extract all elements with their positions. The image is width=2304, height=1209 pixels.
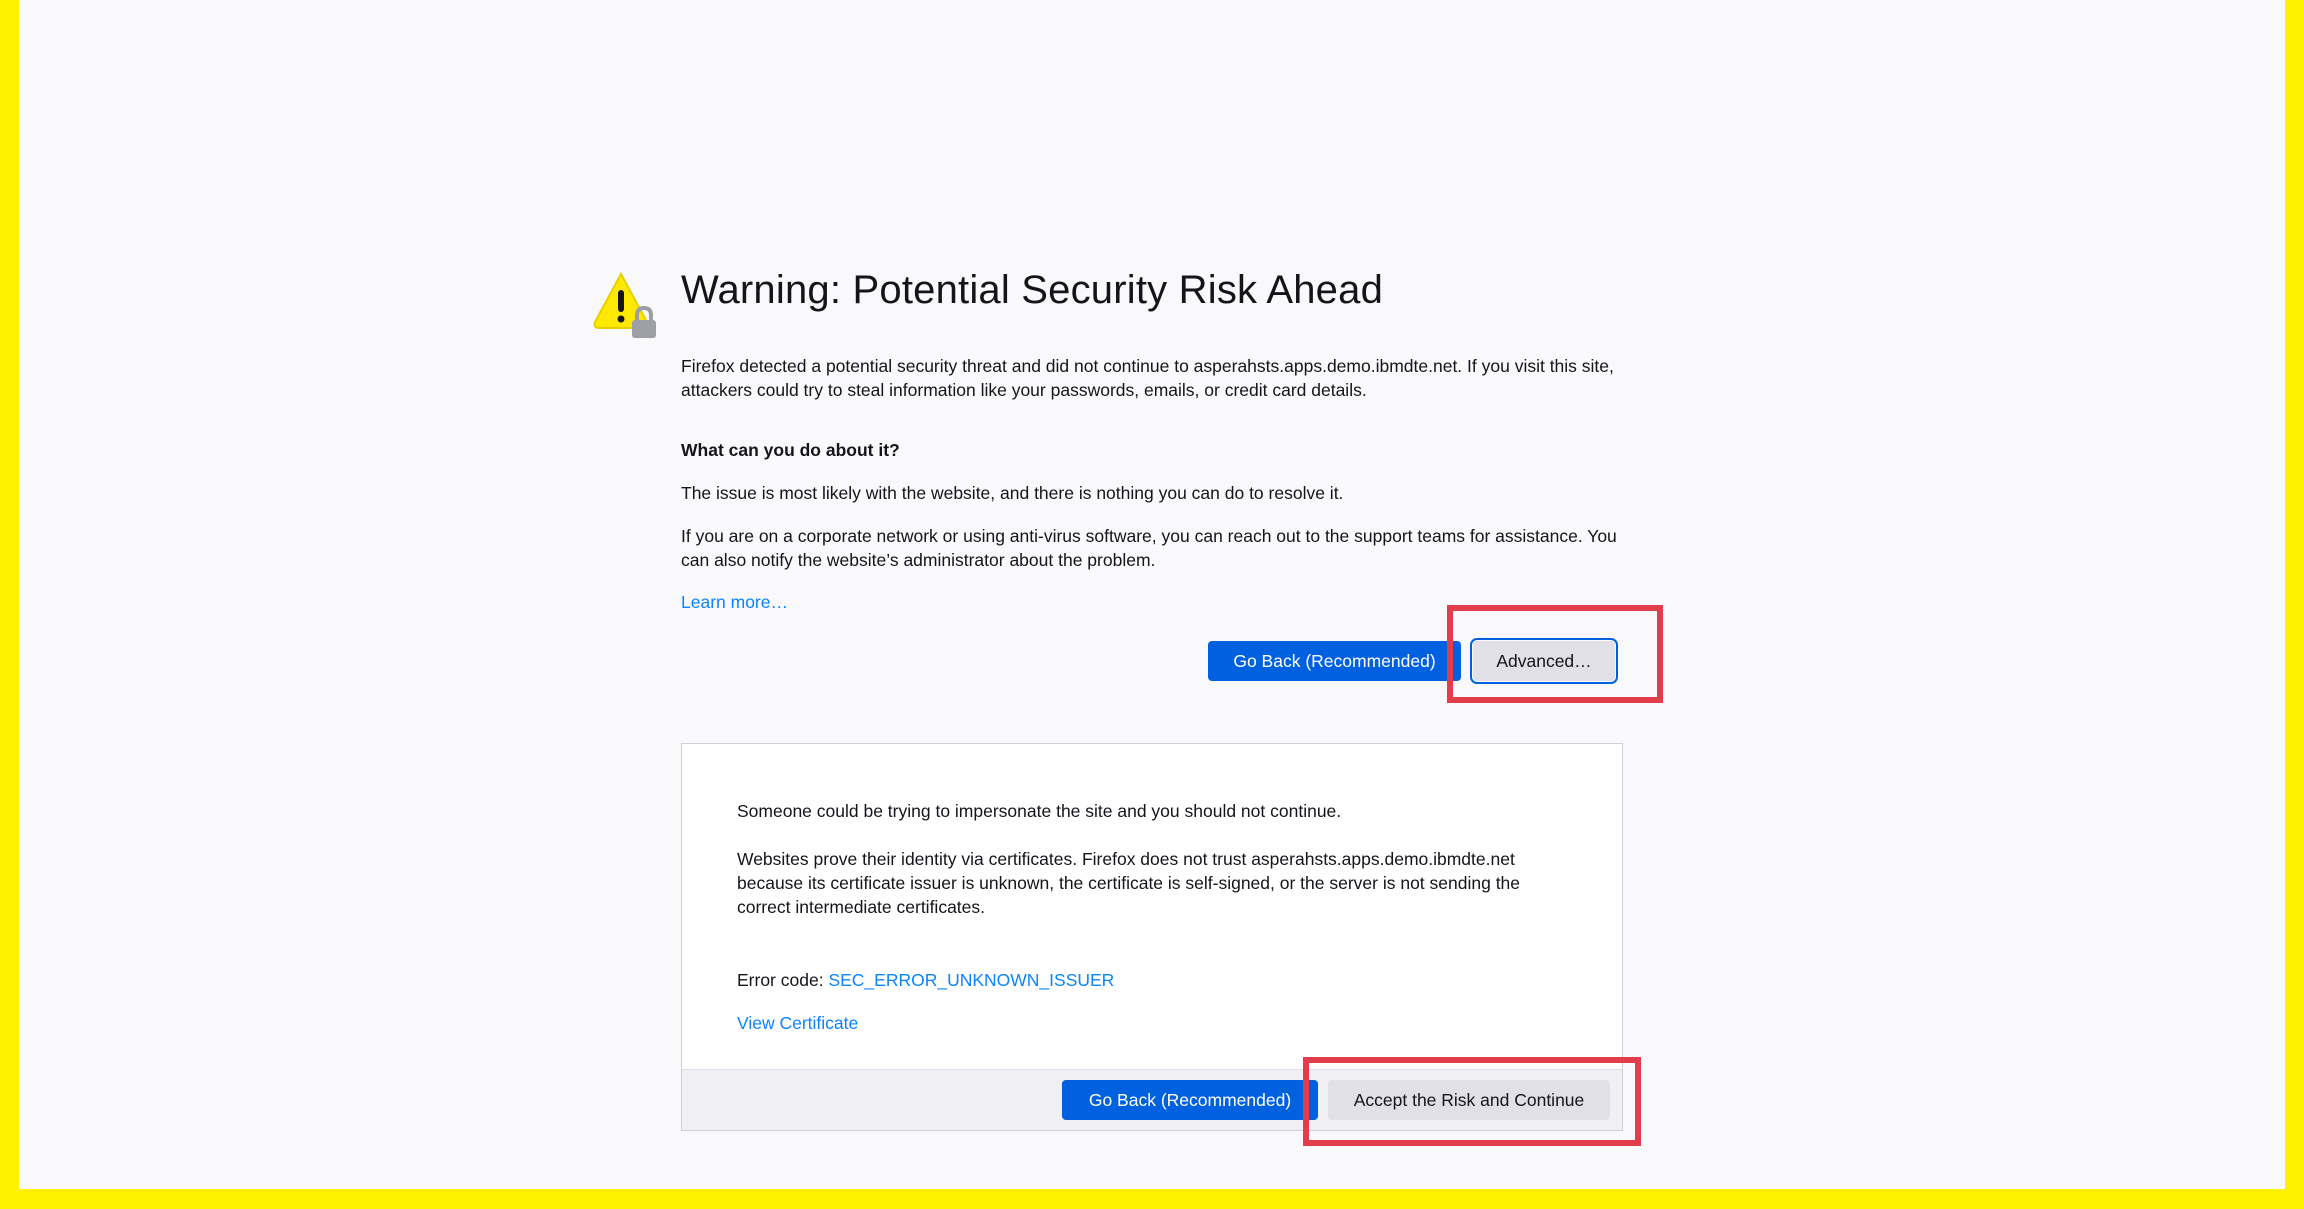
learn-more-link[interactable]: Learn more…	[681, 592, 788, 612]
corporate-text: If you are on a corporate network or usi…	[681, 526, 1617, 570]
issue-text: The issue is most likely with the websit…	[681, 483, 1344, 503]
panel-footer: Go Back (Recommended) Accept the Risk an…	[682, 1069, 1622, 1130]
error-code-link[interactable]: SEC_ERROR_UNKNOWN_ISSUER	[828, 970, 1114, 990]
advanced-panel: Someone could be trying to impersonate t…	[681, 743, 1623, 1131]
panel-go-back-button[interactable]: Go Back (Recommended)	[1062, 1080, 1318, 1120]
section-heading: What can you do about it?	[681, 440, 900, 460]
impersonate-text: Someone could be trying to impersonate t…	[737, 801, 1342, 821]
error-code-line: Error code: SEC_ERROR_UNKNOWN_ISSUER	[737, 968, 1557, 992]
warning-lock-icon	[593, 271, 656, 338]
view-certificate-link[interactable]: View Certificate	[737, 1013, 858, 1033]
go-back-button[interactable]: Go Back (Recommended)	[1208, 641, 1461, 681]
page-title: Warning: Potential Security Risk Ahead	[681, 268, 1384, 312]
advanced-button[interactable]: Advanced…	[1470, 638, 1618, 684]
certificate-text: Websites prove their identity via certif…	[737, 849, 1521, 917]
accept-risk-button[interactable]: Accept the Risk and Continue	[1328, 1080, 1610, 1120]
intro-text: Firefox detected a potential security th…	[681, 356, 1614, 400]
error-code-label: Error code:	[737, 970, 829, 990]
error-page: Warning: Potential Security Risk Ahead F…	[19, 0, 2285, 1189]
